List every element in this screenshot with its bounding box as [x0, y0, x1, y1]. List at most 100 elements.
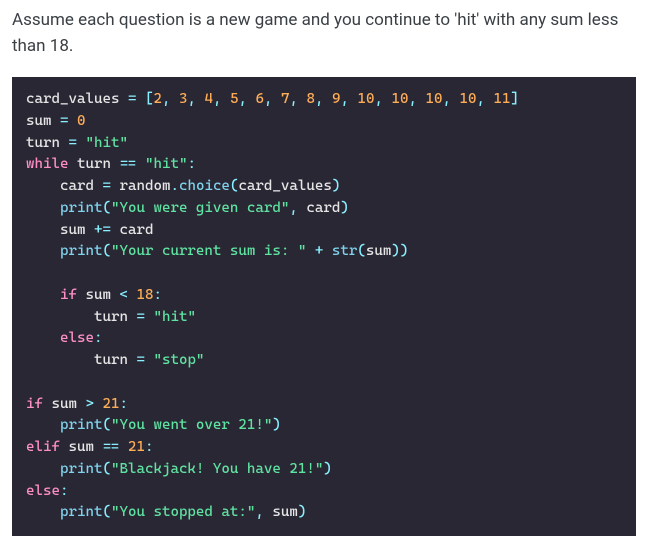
- code-op: =: [68, 135, 77, 151]
- code-str: "stop": [153, 352, 204, 368]
- code-op: =: [136, 352, 145, 368]
- code-op: =: [128, 91, 137, 107]
- code-op: >: [86, 396, 95, 412]
- code-func: print: [60, 461, 102, 477]
- code-comma: ,: [255, 504, 264, 520]
- code-num: 21: [128, 439, 145, 455]
- code-func: print: [60, 243, 102, 259]
- code-num: 21: [103, 396, 120, 412]
- code-var: sum: [85, 287, 111, 303]
- code-dot: .: [170, 178, 179, 194]
- code-lparen: (: [102, 200, 111, 216]
- code-num: 10: [425, 91, 442, 107]
- code-str: "You stopped at:": [111, 504, 255, 520]
- code-func: choice: [179, 178, 230, 194]
- code-comma: ,: [213, 91, 230, 107]
- code-arg: card_values: [238, 178, 331, 194]
- code-op: <: [119, 287, 128, 303]
- code-punct: ]: [510, 91, 519, 107]
- code-keyword: if: [60, 287, 77, 303]
- code-str: "Your current sum is: ": [111, 243, 306, 259]
- code-keyword: elif: [26, 439, 60, 455]
- code-colon: :: [153, 287, 162, 303]
- code-str: "hit": [85, 135, 127, 151]
- code-keyword: if: [26, 396, 43, 412]
- code-arg: sum: [272, 504, 298, 520]
- code-op: ==: [102, 439, 119, 455]
- code-rparen: ): [323, 461, 332, 477]
- code-var: sum: [60, 222, 86, 238]
- code-comma: ,: [238, 91, 255, 107]
- code-plus: +: [315, 243, 324, 259]
- code-num: 18: [136, 287, 153, 303]
- code-var: sum: [52, 396, 78, 412]
- code-colon: :: [187, 156, 196, 172]
- code-comma: ,: [264, 91, 281, 107]
- code-str: "hit": [145, 156, 187, 172]
- code-var: turn: [77, 156, 111, 172]
- code-op: ==: [119, 156, 136, 172]
- code-num: 8: [306, 91, 315, 107]
- code-comma: ,: [374, 91, 391, 107]
- code-num: 0: [77, 113, 86, 129]
- code-comma: ,: [340, 91, 357, 107]
- code-comma: ,: [289, 200, 298, 216]
- code-arg: sum: [366, 243, 392, 259]
- code-keyword: while: [26, 156, 68, 172]
- code-comma: ,: [315, 91, 332, 107]
- code-lparen: (: [102, 243, 111, 259]
- code-str: "hit": [153, 309, 195, 325]
- code-lparen: (: [102, 417, 111, 433]
- code-op: =: [60, 113, 69, 129]
- code-comma: ,: [408, 91, 425, 107]
- code-rparen: ): [340, 200, 349, 216]
- code-block: card_values = [2, 3, 4, 5, 6, 7, 8, 9, 1…: [12, 77, 636, 536]
- code-num: 10: [391, 91, 408, 107]
- code-comma: ,: [187, 91, 204, 107]
- code-func: print: [60, 200, 102, 216]
- code-num: 2: [153, 91, 162, 107]
- code-var: turn: [26, 135, 60, 151]
- code-colon: :: [94, 330, 103, 346]
- code-rparen: ): [400, 243, 409, 259]
- code-var: turn: [94, 352, 128, 368]
- code-var: sum: [68, 439, 94, 455]
- code-rparen: ): [391, 243, 400, 259]
- code-keyword: else: [60, 330, 94, 346]
- code-comma: ,: [476, 91, 493, 107]
- code-num: 10: [357, 91, 374, 107]
- code-func: print: [60, 417, 102, 433]
- code-colon: :: [60, 483, 69, 499]
- code-var: card: [60, 178, 94, 194]
- code-colon: :: [120, 396, 129, 412]
- code-keyword: else: [26, 483, 60, 499]
- code-str: "You were given card": [111, 200, 289, 216]
- code-var: card_values: [26, 91, 119, 107]
- code-var: sum: [26, 113, 52, 129]
- instruction-text: Assume each question is a new game and y…: [12, 8, 636, 59]
- code-comma: ,: [162, 91, 179, 107]
- code-num: 10: [459, 91, 476, 107]
- code-num: 6: [255, 91, 264, 107]
- code-colon: :: [145, 439, 154, 455]
- code-func: str: [332, 243, 358, 259]
- code-str: "Blackjack! You have 21!": [111, 461, 323, 477]
- code-lparen: (: [102, 504, 111, 520]
- code-num: 11: [493, 91, 510, 107]
- code-num: 4: [204, 91, 213, 107]
- code-str: "You went over 21!": [111, 417, 272, 433]
- code-op: +=: [94, 222, 111, 238]
- code-op: =: [136, 309, 145, 325]
- code-func: print: [60, 504, 102, 520]
- code-lparen: (: [102, 461, 111, 477]
- code-arg: card: [119, 222, 153, 238]
- code-lparen: (: [357, 243, 366, 259]
- code-rparen: ): [332, 178, 341, 194]
- content-container: Assume each question is a new game and y…: [0, 0, 648, 536]
- code-op: =: [102, 178, 111, 194]
- code-arg: card: [306, 200, 340, 216]
- code-rparen: ): [298, 504, 307, 520]
- code-var: turn: [94, 309, 128, 325]
- code-obj: random: [119, 178, 170, 194]
- code-comma: ,: [289, 91, 306, 107]
